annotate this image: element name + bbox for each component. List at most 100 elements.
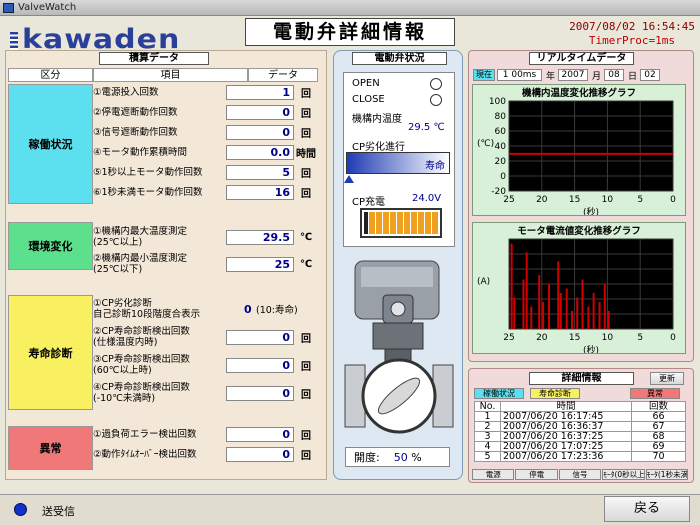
battery-icon	[360, 208, 442, 238]
close-indicator-icon	[430, 94, 442, 106]
stat-row: ④CP寿命診断検出回数 (-10℃未満時) 0 回	[93, 378, 318, 408]
stat-label: ②動作ﾀｲﾑｵｰﾊﾞｰ検出回数	[93, 449, 197, 460]
stat-unit: (10:寿命)	[256, 305, 298, 316]
temp-chart-plot: 25 20 15 10 5 0100806040200-20(℃)(秒)	[477, 97, 676, 215]
y-tick-label: 100	[489, 97, 506, 107]
col-data: データ	[248, 68, 318, 82]
current-chart: モータ電流値変化推移グラフ 25 20 15 10 5 0 (A) (秒)	[472, 222, 686, 354]
current-datetime: 2007/08/02 16:54:45	[569, 20, 695, 33]
window-title: ValveWatch	[18, 2, 77, 13]
details-table: No. 時間 回数 1 2007/06/20 16:17:45 66 2 2007/0…	[474, 401, 686, 462]
table-row[interactable]: 4 2007/06/20 17:07:25 69	[474, 441, 686, 452]
stat-label: ②CP寿命診断検出回数	[93, 326, 190, 337]
stat-row: ①過負荷エラー検出回数 0 回	[93, 426, 318, 443]
stat-row: ①CP劣化診断 自己診断10段階度合表示 0 (10:寿命)	[93, 294, 318, 324]
year-field[interactable]: 2007	[558, 69, 588, 81]
stat-label: ③信号遮断動作回数	[93, 127, 178, 138]
stat-unit: 回	[301, 333, 311, 345]
stat-sublabel: (25℃以下)	[93, 264, 143, 275]
stat-row: ②停電遮断動作回数 0 回	[93, 104, 318, 121]
stats-panel-title: 積算データ	[99, 52, 209, 65]
stat-value: 0	[226, 329, 294, 345]
current-button[interactable]: 現在	[473, 69, 495, 81]
stat-value: 16	[226, 185, 294, 200]
tab-motor-under-1s[interactable]: ﾓｰﾀ(1秒未満)	[645, 469, 689, 480]
y-tick-label: -20	[491, 187, 506, 197]
x-tick-label: 15	[569, 333, 580, 343]
stat-row: ②機構内最小温度測定 (25℃以下) 25 ℃	[93, 249, 318, 279]
stat-unit: 回	[301, 431, 311, 442]
x-tick-label: 0	[670, 195, 676, 205]
table-row[interactable]: 1 2007/06/20 16:17:45 66	[474, 411, 686, 422]
col-count: 回数	[631, 401, 686, 412]
stat-label: ①電源投入回数	[93, 87, 159, 98]
stat-sublabel: (25℃以上)	[93, 237, 143, 248]
app-icon	[3, 3, 14, 13]
cp-label: CP劣化進行	[352, 142, 406, 153]
x-tick-label: 5	[637, 195, 643, 205]
details-panel-title: 詳細情報	[529, 372, 634, 385]
x-axis-label: (秒)	[583, 344, 599, 353]
tab-signal[interactable]: 信号	[558, 469, 602, 480]
stat-value: 0	[226, 385, 294, 401]
table-header-row: No. 時間 回数	[474, 401, 686, 412]
day-label: 日	[628, 72, 638, 82]
section-lifespan: 寿命診断	[8, 295, 93, 410]
x-tick-label: 25	[503, 333, 514, 343]
stat-unit: 回	[301, 109, 311, 120]
y-tick-label: 60	[495, 127, 507, 137]
stat-unit: 回	[301, 169, 311, 180]
detail-tab-bar: 電源 停電 信号 ﾓｰﾀ(0秒以上) ﾓｰﾀ(1秒未満)	[472, 469, 689, 480]
stat-label: ③CP寿命診断検出回数	[93, 354, 190, 365]
stat-value: 0.0	[226, 145, 294, 160]
stat-label: ①CP劣化診断	[93, 298, 152, 309]
stat-unit: 回	[301, 451, 311, 462]
stat-value: 0	[226, 427, 294, 442]
col-item: 項目	[93, 68, 248, 82]
opening-value: 50	[393, 451, 408, 464]
stat-label: ④モータ動作累積時間	[93, 147, 188, 158]
tab-outage[interactable]: 停電	[515, 469, 558, 480]
filter-tab-operation[interactable]: 稼働状況	[474, 388, 524, 399]
stat-label: ②停電遮断動作回数	[93, 107, 178, 118]
temp-chart: 機構内温度変化推移グラフ 25 20 15 10 5 0 100 80 60 40 20 0 -20 (℃…	[472, 84, 686, 216]
y-tick-label: 40	[495, 142, 507, 152]
stat-value: 0	[244, 302, 252, 316]
cp-end-label: 寿命	[425, 161, 445, 172]
temp-label: 機構内温度	[352, 114, 402, 125]
tab-motor-over-1s[interactable]: ﾓｰﾀ(0秒以上)	[602, 469, 645, 480]
comm-status-label: 送受信	[42, 505, 75, 518]
stat-unit: 回	[301, 129, 311, 140]
col-no: No.	[474, 401, 501, 412]
stat-sublabel: 自己診断10段階度合表示	[93, 309, 201, 320]
stat-label: ⑥1秒未満モータ動作回数	[93, 187, 203, 198]
day-field[interactable]: 02	[640, 69, 660, 81]
open-indicator-icon	[430, 78, 442, 90]
stat-unit: 回	[301, 389, 311, 401]
stat-label: ④CP寿命診断検出回数	[93, 382, 190, 393]
interval-field[interactable]: 1 00ms	[497, 69, 542, 81]
filter-tab-abnormal[interactable]: 異常	[630, 388, 680, 399]
month-field[interactable]: 08	[604, 69, 624, 81]
stat-value: 0	[226, 447, 294, 462]
x-tick-label: 20	[536, 195, 548, 205]
table-row[interactable]: 5 2007/06/20 17:23:36 70	[474, 451, 686, 462]
x-tick-label: 20	[536, 333, 548, 343]
back-button[interactable]: 戻る	[604, 496, 690, 522]
realtime-panel-title: リアルタイムデータ	[529, 52, 634, 65]
stat-row: ①電源投入回数 1 回	[93, 84, 318, 101]
filter-tab-lifespan[interactable]: 寿命診断	[530, 388, 580, 399]
section-abnormal: 異常	[8, 426, 93, 470]
stat-sublabel: (60℃以上時)	[93, 365, 152, 376]
stat-unit: 回	[301, 361, 311, 373]
x-tick-label: 10	[602, 333, 614, 343]
table-row[interactable]: 2 2007/06/20 16:36:37 67	[474, 421, 686, 432]
update-button[interactable]: 更新	[650, 372, 684, 385]
logo-mark	[10, 31, 18, 50]
tab-power[interactable]: 電源	[472, 469, 515, 480]
comm-status-icon	[14, 503, 27, 516]
stat-row: ②動作ﾀｲﾑｵｰﾊﾞｰ検出回数 0 回	[93, 446, 318, 463]
x-axis-label: (秒)	[583, 206, 599, 215]
open-label: OPEN	[352, 78, 380, 89]
table-row[interactable]: 3 2007/06/20 16:37:25 68	[474, 431, 686, 442]
